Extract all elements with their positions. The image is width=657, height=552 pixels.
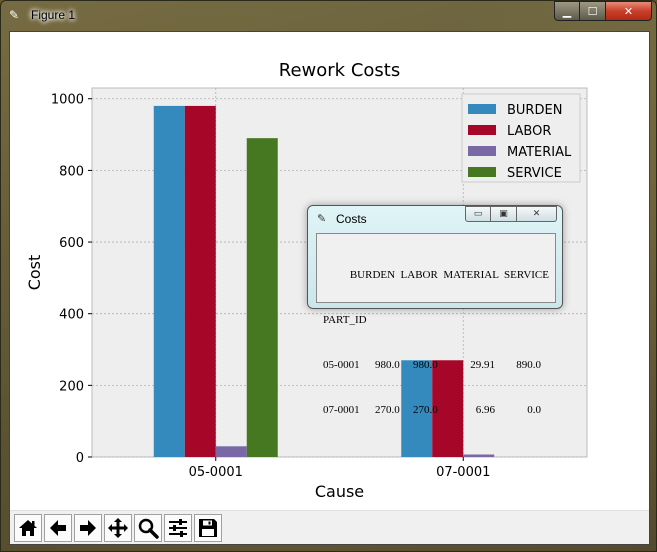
- chart-title: Rework Costs: [279, 60, 400, 81]
- part-id-cell: 07-0001: [323, 404, 360, 416]
- service-cell: 890.0: [516, 359, 541, 371]
- costs-window-controls: ▭ ▣ ✕: [465, 206, 557, 222]
- window-title: Figure 1: [31, 8, 76, 22]
- legend-label: MATERIAL: [507, 145, 572, 160]
- labor-cell: 980.0: [413, 359, 438, 371]
- legend-swatch: [468, 146, 496, 156]
- y-tick-label: 600: [59, 236, 84, 251]
- table-row: 07-0001 270.0 270.0 6.96 0.0: [323, 403, 549, 418]
- bar-service: [246, 138, 278, 457]
- close-icon: ✕: [623, 4, 634, 18]
- maximize-icon: ▣: [499, 209, 508, 219]
- part-id-cell: 05-0001: [323, 359, 360, 371]
- material-cell: 6.96: [475, 404, 495, 416]
- pan-icon: [108, 517, 128, 538]
- y-tick-label: 200: [59, 379, 84, 394]
- service-cell: 0.0: [527, 404, 541, 416]
- feather-icon: ✎: [9, 8, 20, 22]
- table-header: BURDEN LABOR MATERIAL SERVICE: [349, 269, 549, 281]
- maximize-icon: ☐: [587, 4, 598, 18]
- back-arrow-icon: [50, 519, 66, 536]
- table-header-row: BURDEN LABOR MATERIAL SERVICE: [323, 268, 549, 283]
- navigation-toolbar: [10, 510, 649, 544]
- x-tick-label: 07-0001: [436, 465, 490, 480]
- maximize-button[interactable]: ☐: [580, 1, 606, 21]
- labor-cell: 270.0: [413, 404, 438, 416]
- bar-labor: [184, 105, 216, 457]
- x-axis-label: Cause: [315, 482, 364, 501]
- bar-burden: [153, 105, 185, 457]
- legend-label: SERVICE: [507, 166, 562, 181]
- legend-swatch: [468, 167, 496, 177]
- costs-close-button[interactable]: ✕: [517, 206, 557, 222]
- save-button[interactable]: [194, 513, 222, 542]
- minimize-icon: ▁: [562, 4, 572, 18]
- y-axis-label: Cost: [25, 255, 44, 291]
- legend-label: LABOR: [507, 124, 551, 139]
- save-icon: [199, 518, 217, 537]
- x-tick-label: 05-0001: [189, 465, 243, 480]
- minimize-button[interactable]: ▁: [554, 1, 580, 21]
- zoom-button[interactable]: [134, 513, 162, 542]
- configure-subplots-button[interactable]: [164, 513, 192, 542]
- home-icon: [19, 519, 37, 536]
- bar-material: [463, 454, 495, 457]
- legend-swatch: [468, 104, 496, 114]
- configure-subplots-icon: [169, 518, 187, 537]
- costs-window-title: Costs: [336, 212, 367, 226]
- home-button[interactable]: [14, 513, 42, 542]
- y-tick-label: 1000: [51, 93, 84, 108]
- title-bar[interactable]: ✎ Figure 1 ▁ ☐ ✕: [1, 1, 656, 29]
- forward-arrow-icon: [80, 519, 96, 536]
- back-button[interactable]: [44, 513, 72, 542]
- pan-button[interactable]: [104, 513, 132, 542]
- material-cell: 29.91: [470, 359, 495, 371]
- legend-swatch: [468, 125, 496, 135]
- costs-maximize-button[interactable]: ▣: [491, 206, 517, 222]
- forward-button[interactable]: [74, 513, 102, 542]
- costs-table: BURDEN LABOR MATERIAL SERVICE PART_ID 05…: [316, 233, 556, 416]
- costs-minimize-button[interactable]: ▭: [465, 206, 491, 222]
- burden-cell: 980.0: [375, 359, 400, 371]
- index-name: PART_ID: [323, 314, 367, 326]
- minimize-icon: ▭: [473, 209, 483, 219]
- figure-window: ✎ Figure 1 ▁ ☐ ✕ 0 200 400 600 800 1000 05-000…: [0, 0, 657, 552]
- zoom-icon: [138, 518, 159, 539]
- table-index-row: PART_ID: [323, 313, 549, 328]
- close-button[interactable]: ✕: [606, 1, 652, 21]
- y-tick-label: 400: [59, 308, 84, 323]
- y-tick-label: 800: [59, 164, 84, 179]
- window-controls: ▁ ☐ ✕: [554, 1, 652, 21]
- table-row: 05-0001 980.0 980.0 29.91 890.0: [323, 358, 549, 373]
- y-tick-label: 0: [76, 451, 84, 466]
- bar-material: [215, 446, 247, 457]
- close-icon: ✕: [532, 209, 541, 219]
- legend-label: BURDEN: [507, 103, 562, 118]
- costs-window: ✎ Costs ▭ ▣ ✕ BURDEN LABOR MATERIAL SERV…: [307, 205, 563, 416]
- feather-icon: ✎: [317, 212, 327, 225]
- burden-cell: 270.0: [375, 404, 400, 416]
